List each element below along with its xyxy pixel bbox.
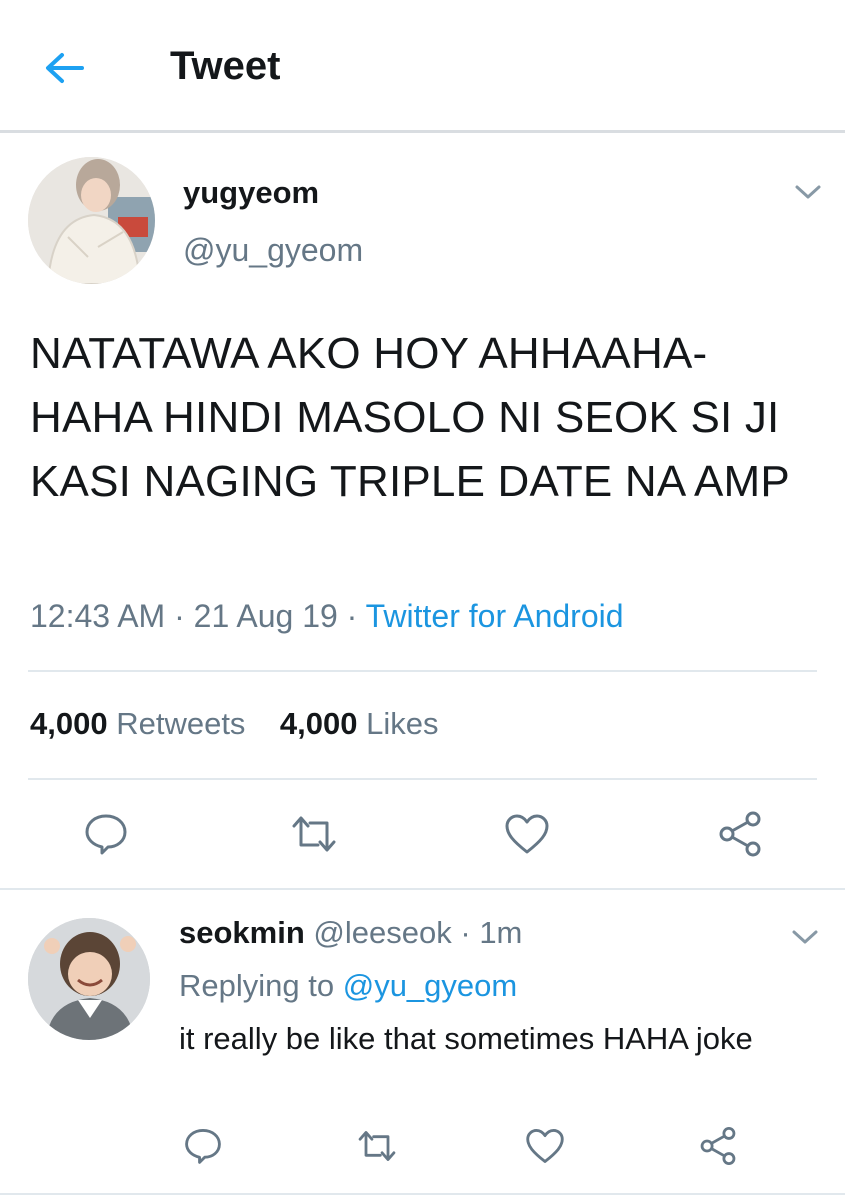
replying-to: Replying to @yu_gyeom — [179, 968, 517, 1004]
reply-icon[interactable] — [183, 1127, 223, 1165]
share-icon[interactable] — [697, 1125, 739, 1167]
meta-separator: · — [460, 915, 471, 950]
display-name[interactable]: seokmin — [179, 915, 305, 950]
display-name[interactable]: yugyeom — [183, 175, 319, 211]
meta-separator: · — [346, 598, 366, 634]
tweet-source-link[interactable]: Twitter for Android — [366, 598, 624, 634]
meta-separator: · — [174, 598, 194, 634]
retweet-icon[interactable] — [288, 812, 340, 856]
avatar[interactable] — [28, 918, 150, 1040]
reply-icon[interactable] — [83, 812, 129, 856]
engagement-stats: 4,000 Retweets 4,000 Likes — [30, 706, 438, 742]
mention-link[interactable]: @yu_gyeom — [343, 968, 518, 1003]
tweet-meta: 12:43 AM · 21 Aug 19 · Twitter for Andro… — [30, 598, 624, 635]
replying-label: Replying to — [179, 968, 335, 1003]
back-arrow-icon[interactable] — [40, 48, 88, 88]
share-icon[interactable] — [715, 810, 765, 858]
section-divider — [0, 1193, 845, 1195]
tweet-time: 12:43 AM — [30, 598, 166, 634]
top-bar — [0, 0, 845, 131]
likes-stat[interactable]: 4,000 Likes — [280, 706, 439, 741]
user-handle[interactable]: @leeseok — [313, 915, 451, 950]
section-divider — [0, 888, 845, 890]
retweets-label: Retweets — [116, 706, 246, 741]
user-handle[interactable]: @yu_gyeom — [183, 232, 363, 269]
chevron-down-icon[interactable] — [793, 180, 823, 204]
divider — [28, 670, 817, 672]
chevron-down-icon[interactable] — [790, 925, 820, 949]
retweet-icon[interactable] — [355, 1127, 399, 1165]
tweet-date: 21 Aug 19 — [193, 598, 338, 634]
reply-text: it really be like that sometimes HAHA jo… — [179, 1021, 753, 1056]
like-icon[interactable] — [524, 1127, 566, 1165]
tweet-text: NATATAWA AKO HOY AHHAAHA-HAHA HINDI MASO… — [30, 329, 790, 506]
avatar[interactable] — [28, 157, 155, 284]
time-ago: 1m — [479, 915, 523, 950]
retweets-count: 4,000 — [30, 706, 108, 741]
divider — [28, 778, 817, 780]
header-divider — [0, 130, 845, 133]
page-title: Tweet — [170, 44, 281, 88]
like-icon[interactable] — [503, 812, 551, 856]
likes-count: 4,000 — [279, 706, 358, 741]
reply-header: seokmin @leeseok · 1m — [179, 915, 522, 951]
likes-label: Likes — [366, 706, 439, 741]
retweets-stat[interactable]: 4,000 Retweets — [30, 706, 245, 741]
